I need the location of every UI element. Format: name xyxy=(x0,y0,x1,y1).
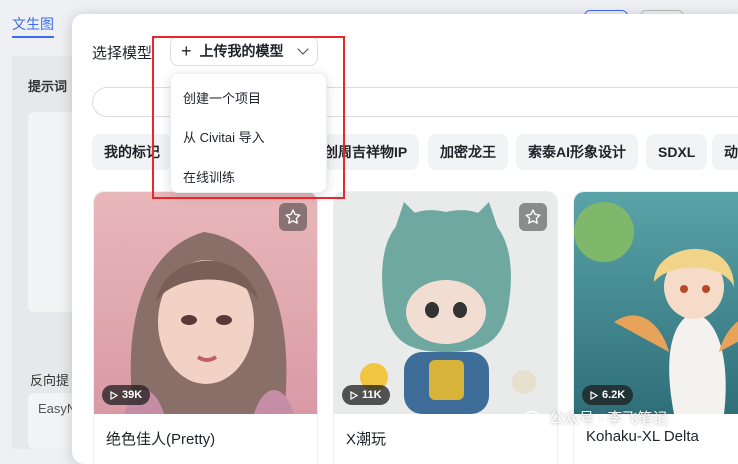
usage-count: 39K xyxy=(122,389,143,401)
chip-3[interactable]: 索泰AI形象设计 xyxy=(516,134,638,170)
menu-item-create-project[interactable]: 创建一个项目 xyxy=(183,88,261,107)
usage-count-badge: 6.2K xyxy=(582,385,634,405)
star-icon xyxy=(525,209,541,224)
model-card[interactable]: 11K X潮玩 xyxy=(334,192,557,464)
negative-prompt-value: EasyN xyxy=(38,401,77,416)
chip-5[interactable]: 动 xyxy=(712,134,738,170)
chip-1[interactable]: 创周吉祥物IP xyxy=(312,134,420,170)
model-thumbnail xyxy=(574,192,738,414)
watermark: 公众号 · 李飞笔记 xyxy=(525,407,667,428)
upload-model-label: 上传我的模型 xyxy=(199,43,284,59)
chip-0[interactable]: 我的标记 xyxy=(92,134,172,170)
prompt-label: 提示词 xyxy=(28,79,68,94)
upload-model-button[interactable]: + 上传我的模型 xyxy=(170,36,318,66)
model-name: Kohaku-XL Delta xyxy=(586,428,699,445)
tab-underline xyxy=(12,36,54,38)
menu-item-online-training[interactable]: 在线训练 xyxy=(183,167,235,186)
favorite-star-button[interactable] xyxy=(279,203,307,231)
chevron-down-icon xyxy=(297,42,309,55)
modal-title: 选择模型 xyxy=(92,45,153,62)
plus-icon: + xyxy=(181,41,192,61)
chip-4[interactable]: SDXL xyxy=(646,134,708,170)
watermark-text: 公众号 · 李飞笔记 xyxy=(549,410,668,427)
chip-2[interactable]: 加密龙王 xyxy=(428,134,508,170)
usage-count: 6.2K xyxy=(602,389,626,401)
wechat-icon xyxy=(525,410,543,425)
model-name: X潮玩 xyxy=(346,431,387,448)
favorite-star-button[interactable] xyxy=(519,203,547,231)
tab-text-to-image[interactable]: 文生图 xyxy=(12,14,54,34)
model-card[interactable]: 39K 绝色佳人(Pretty) xyxy=(94,192,317,464)
usage-count-badge: 11K xyxy=(342,385,390,405)
play-icon xyxy=(350,390,358,400)
play-icon xyxy=(110,390,118,400)
star-icon xyxy=(285,209,301,224)
usage-count-badge: 39K xyxy=(102,385,151,405)
negative-prompt-label: 反向提 xyxy=(30,373,70,388)
menu-item-import-civitai[interactable]: 从 Civitai 导入 xyxy=(183,127,265,146)
model-name: 绝色佳人(Pretty) xyxy=(106,431,216,448)
usage-count: 11K xyxy=(362,389,382,401)
upload-dropdown-menu: 创建一个项目 从 Civitai 导入 在线训练 xyxy=(170,73,327,193)
play-icon xyxy=(590,390,598,400)
